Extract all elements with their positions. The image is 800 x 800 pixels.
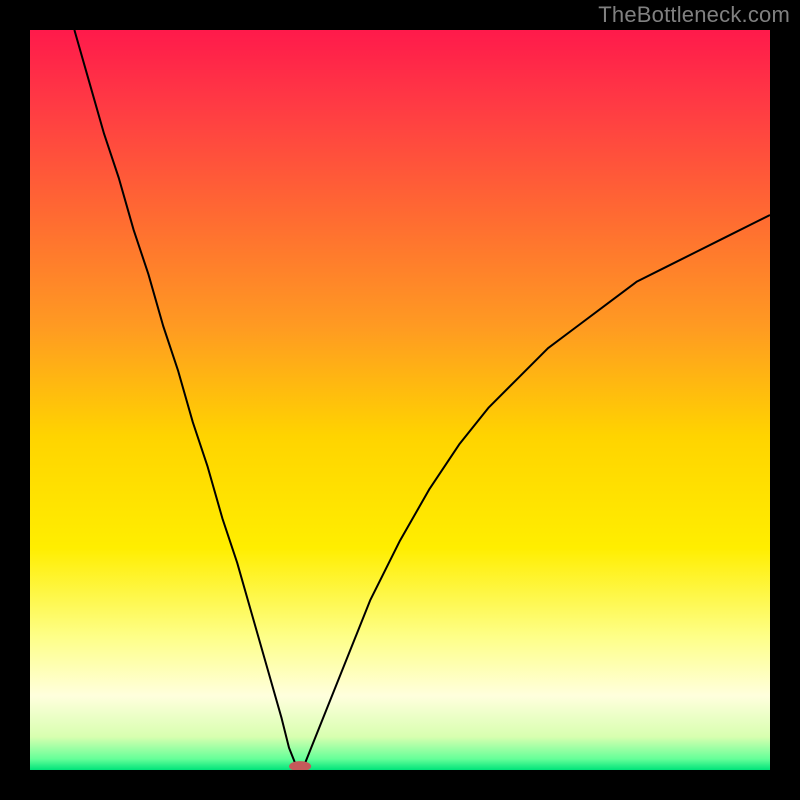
- bottleneck-chart: [30, 30, 770, 770]
- watermark-text: TheBottleneck.com: [598, 2, 790, 28]
- chart-svg: [30, 30, 770, 770]
- chart-frame: TheBottleneck.com: [0, 0, 800, 800]
- gradient-background: [30, 30, 770, 770]
